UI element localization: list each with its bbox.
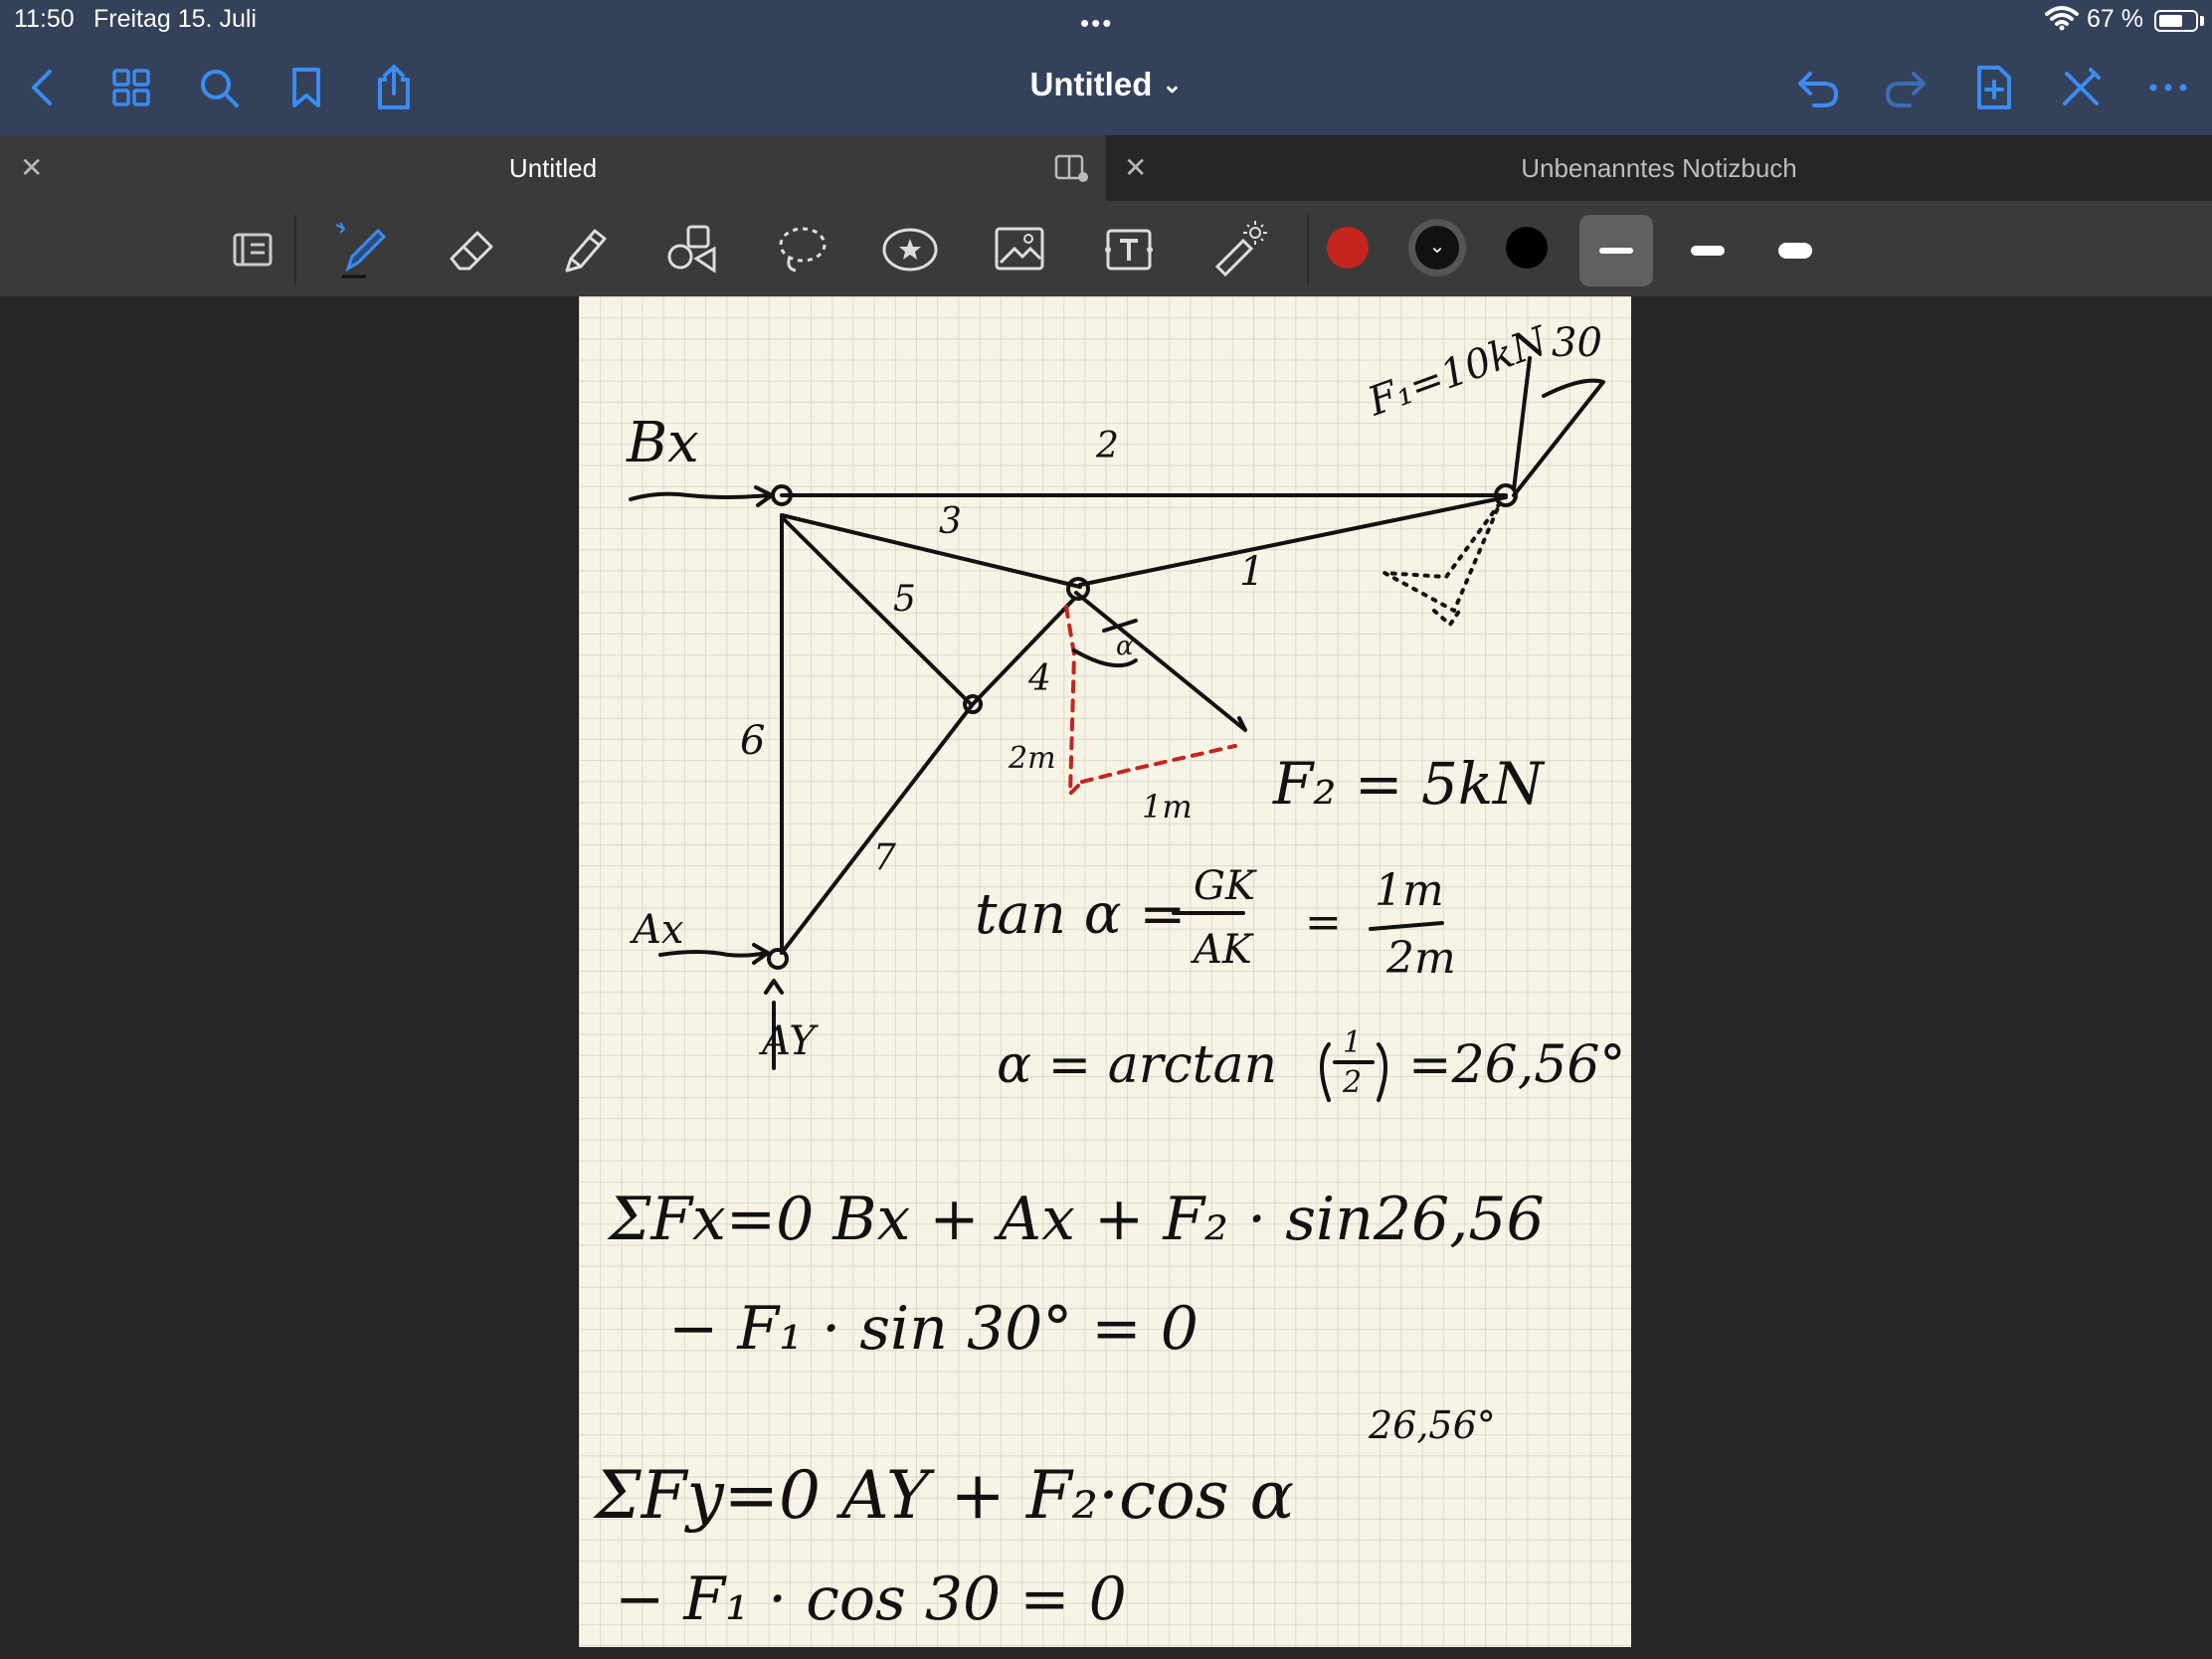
member-line <box>780 513 1082 589</box>
wifi-icon <box>2045 6 2079 31</box>
toolbar-separator <box>1307 215 1309 284</box>
stroke-width-medium[interactable] <box>1671 215 1745 286</box>
eq-arctan-den: 2 <box>1342 1065 1362 1100</box>
highlighter-icon[interactable] <box>553 219 615 280</box>
grid-icon[interactable] <box>107 64 155 111</box>
search-icon[interactable] <box>195 64 243 111</box>
eq-sum-fy-sup: 26,56° <box>1368 1403 1496 1447</box>
eq-frac1-den: AK <box>1190 927 1254 973</box>
battery-nub <box>2200 16 2204 26</box>
red-construction <box>1080 744 1237 784</box>
label-member-6: 6 <box>740 718 765 764</box>
fraction-bar <box>1369 921 1444 931</box>
member-line <box>780 702 975 955</box>
image-icon[interactable] <box>989 219 1050 280</box>
eq-arctan-num: 1 <box>1343 1025 1362 1060</box>
undo-icon[interactable] <box>1794 64 1842 111</box>
label-ax: Ax <box>629 907 683 953</box>
sticker-icon[interactable] <box>879 219 941 280</box>
member-line <box>780 515 973 706</box>
label-bx: Bx <box>626 411 699 475</box>
status-time: 11:50 <box>14 5 75 33</box>
eq-arctan-result: =26,56° <box>1408 1035 1625 1095</box>
label-member-7: 7 <box>873 837 896 878</box>
label-angle30: 30 <box>1552 320 1602 366</box>
document-title: Untitled <box>1029 66 1153 102</box>
f1-components <box>1432 605 1464 627</box>
nav-bar: Untitled ⌄ <box>0 40 2212 135</box>
bx-arrow <box>629 485 774 507</box>
text-icon[interactable] <box>1098 219 1160 280</box>
label-f2: F₂ = 5kN <box>1272 750 1546 818</box>
paren <box>1377 1042 1387 1102</box>
toolbar-separator <box>294 215 296 284</box>
eq-sum-fx-2: − F₁ · sin 30° = 0 <box>668 1294 1198 1364</box>
document-title-menu[interactable]: Untitled ⌄ <box>995 66 1217 103</box>
stroke-width-thin[interactable] <box>1579 215 1653 286</box>
eraser-icon[interactable] <box>442 219 503 280</box>
close-edit-icon[interactable] <box>2057 64 2105 111</box>
label-f1: F₁=10kN <box>1362 317 1556 425</box>
color-swatch-black[interactable] <box>1506 227 1548 269</box>
split-view-icon[interactable] <box>1054 153 1090 183</box>
eq-arctan: α = arctan <box>997 1035 1277 1095</box>
status-date: Freitag 15. Juli <box>93 5 257 33</box>
label-2m: 2m <box>1008 741 1056 776</box>
eq-sum-fy-2: − F₁ · cos 30 = 0 <box>615 1565 1127 1634</box>
chevron-down-icon: ⌄ <box>1162 72 1183 98</box>
stroke-width-thick[interactable] <box>1758 215 1832 286</box>
more-icon[interactable] <box>2144 64 2192 111</box>
status-bar: 11:50 Freitag 15. Juli ••• 67 % <box>0 0 2212 40</box>
chevron-down-icon: ⌄ <box>1415 226 1459 270</box>
drawing-toolbar: ⌄ <box>0 201 2212 296</box>
back-icon[interactable] <box>20 64 68 111</box>
eq-sum-fx: ΣFx=0 Bx + Ax + F₂ · sin26,56 <box>607 1185 1545 1254</box>
add-page-icon[interactable] <box>1969 64 2017 111</box>
bookmark-icon[interactable] <box>282 64 330 111</box>
label-member-1: 1 <box>1239 549 1264 595</box>
label-ay: AY <box>758 1018 819 1064</box>
share-icon[interactable] <box>370 64 418 111</box>
label-member-3: 3 <box>939 501 962 542</box>
note-page[interactable]: Bx Ax AY F₁=10kN 30 2 3 1 5 4 6 7 α 2m 1… <box>579 296 1631 1647</box>
tab-title: Untitled <box>508 153 598 183</box>
tab-unbenanntes-notizbuch[interactable]: ✕ Unbenanntes Notizbuch <box>1106 135 2212 201</box>
battery-percent: 67 % <box>2087 5 2143 33</box>
eq-frac2-den: 2m <box>1385 933 1456 984</box>
label-member-4: 4 <box>1027 658 1051 699</box>
tab-untitled[interactable]: ✕ Untitled <box>0 135 1106 201</box>
label-1m: 1m <box>1142 788 1193 826</box>
shapes-icon[interactable] <box>662 219 724 280</box>
battery-icon <box>2154 10 2198 32</box>
lasso-icon[interactable] <box>772 219 833 280</box>
canvas-workspace[interactable]: Bx Ax AY F₁=10kN 30 2 3 1 5 4 6 7 α 2m 1… <box>0 296 2212 1659</box>
member-line <box>1078 495 1508 587</box>
f1-arrow <box>1512 356 1605 497</box>
pen-icon[interactable] <box>332 219 394 280</box>
laser-pointer-icon[interactable] <box>1207 219 1269 280</box>
tab-title: Unbenanntes Notizbuch <box>1521 153 1797 183</box>
handwriting-canvas[interactable]: Bx Ax AY F₁=10kN 30 2 3 1 5 4 6 7 α 2m 1… <box>579 296 1631 1647</box>
joint-a <box>767 948 789 970</box>
eq-frac1-num: GK <box>1194 863 1257 909</box>
red-construction <box>1064 605 1086 796</box>
eq-frac2-num: 1m <box>1375 865 1444 916</box>
multitasking-dots-icon[interactable]: ••• <box>1080 8 1113 39</box>
label-alpha: α <box>1116 632 1134 661</box>
eq-equals: = <box>1305 897 1342 948</box>
read-only-icon[interactable] <box>223 219 284 280</box>
member-line <box>971 597 1076 706</box>
redo-icon[interactable] <box>1882 64 1930 111</box>
eq-tan-lhs: tan α = <box>975 882 1186 947</box>
tab-bar: ✕ Untitled ✕ Unbenanntes Notizbuch <box>0 135 2212 201</box>
color-swatch-red[interactable] <box>1327 227 1369 269</box>
label-member-2: 2 <box>1095 426 1119 466</box>
label-member-5: 5 <box>893 579 916 620</box>
eq-sum-fy: ΣFy=0 AY + F₂·cos α <box>593 1457 1294 1534</box>
paren <box>1320 1042 1331 1102</box>
color-swatch-selected[interactable]: ⌄ <box>1408 219 1466 276</box>
